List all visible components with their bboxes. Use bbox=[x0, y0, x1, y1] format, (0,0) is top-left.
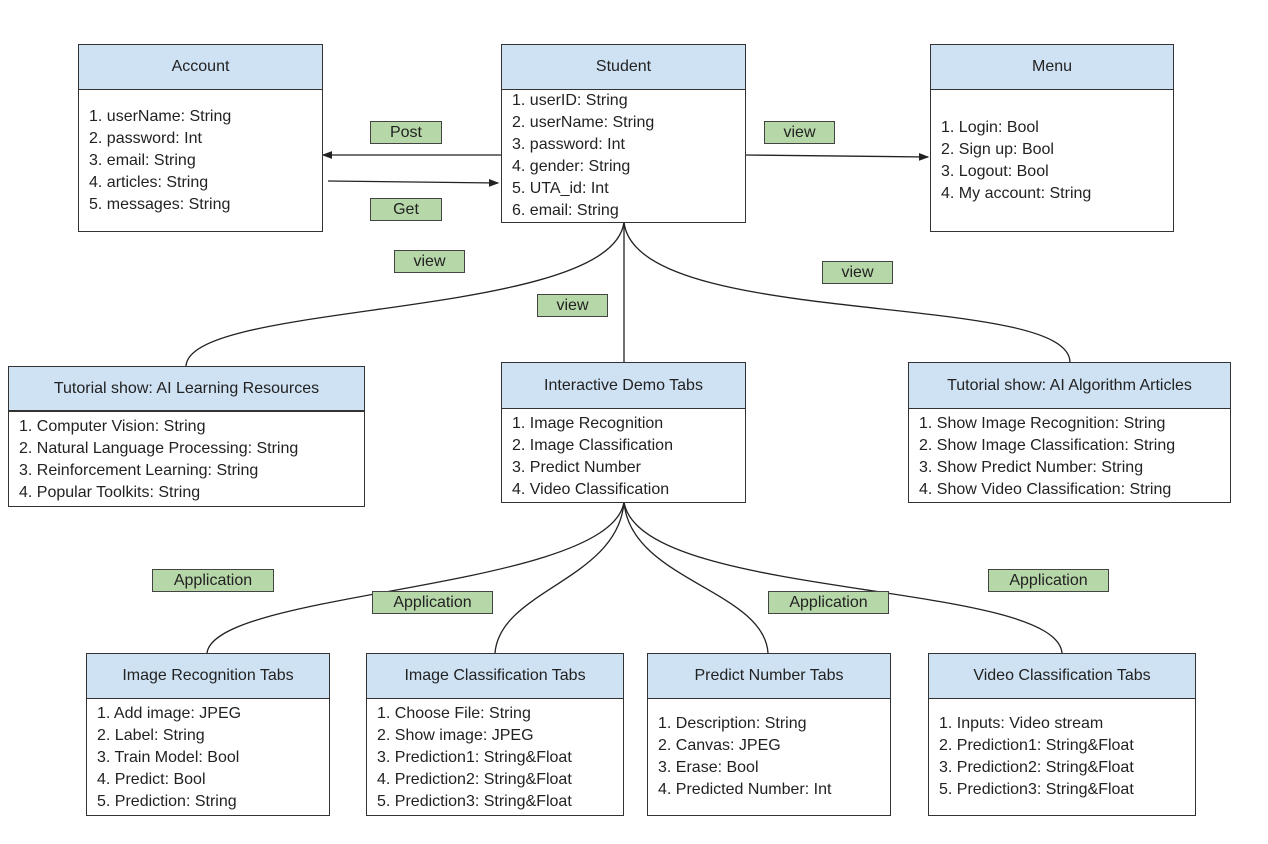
application-predict-label: Application bbox=[768, 591, 889, 614]
field-item: 3. password: Int bbox=[512, 136, 625, 153]
predict-title: Predict Number Tabs bbox=[648, 654, 890, 699]
field-item: 5. messages: String bbox=[89, 196, 231, 213]
view-menu-arrow bbox=[744, 153, 930, 161]
learning-title: Tutorial show: AI Learning Resources bbox=[9, 367, 364, 412]
field-item: 4. articles: String bbox=[89, 174, 209, 191]
learning-box: Tutorial show: AI Learning Resources 1. … bbox=[8, 366, 365, 507]
post-label: Post bbox=[370, 121, 442, 144]
articles-title: Tutorial show: AI Algorithm Articles bbox=[909, 363, 1230, 409]
field-item: 4. Predict: Bool bbox=[97, 771, 206, 788]
account-title: Account bbox=[79, 45, 322, 90]
field-item: 3. Train Model: Bool bbox=[97, 749, 240, 766]
field-item: 5. Prediction: String bbox=[97, 793, 237, 810]
field-item: 1. Image Recognition bbox=[512, 415, 664, 432]
link-articles bbox=[623, 221, 1071, 363]
classification-title: Image Classification Tabs bbox=[367, 654, 623, 699]
field-item: 2. Natural Language Processing: String bbox=[19, 440, 299, 457]
field-item: 1. Login: Bool bbox=[941, 119, 1039, 136]
field-item: 2. Image Classification bbox=[512, 437, 673, 454]
field-item: 2. Sign up: Bool bbox=[941, 141, 1054, 158]
view-articles-label: view bbox=[822, 261, 893, 284]
field-item: 1. Show Image Recognition: String bbox=[919, 415, 1166, 432]
field-item: 2. Show image: JPEG bbox=[377, 727, 534, 744]
field-item: 2. Canvas: JPEG bbox=[658, 737, 781, 754]
demo-title: Interactive Demo Tabs bbox=[502, 363, 745, 409]
menu-title: Menu bbox=[931, 45, 1173, 90]
application-recognition-label: Application bbox=[152, 569, 274, 592]
field-item: 2. Label: String bbox=[97, 727, 205, 744]
view-learning-label: view bbox=[394, 250, 465, 273]
field-item: 4. Show Video Classification: String bbox=[919, 481, 1172, 498]
student-box: Student 1. userID: String 2. userName: St… bbox=[501, 44, 746, 223]
field-item: 5. Prediction3: String&Float bbox=[377, 793, 572, 810]
field-item: 2. Prediction1: String&Float bbox=[939, 737, 1134, 754]
field-item: 5. UTA_id: Int bbox=[512, 180, 609, 197]
demo-box: Interactive Demo Tabs 1. Image Recogniti… bbox=[501, 362, 746, 503]
field-item: 5. Prediction3: String&Float bbox=[939, 781, 1134, 798]
student-title: Student bbox=[502, 45, 745, 90]
application-classification-label: Application bbox=[372, 591, 493, 614]
predict-box: Predict Number Tabs 1. Description: Stri… bbox=[647, 653, 891, 816]
link-classification bbox=[494, 501, 625, 654]
classification-box: Image Classification Tabs 1. Choose File… bbox=[366, 653, 624, 816]
menu-box: Menu 1. Login: Bool 2. Sign up: Bool 3. Lo… bbox=[930, 44, 1174, 232]
video-title: Video Classification Tabs bbox=[929, 654, 1195, 699]
field-item: 1. userName: String bbox=[89, 108, 232, 125]
get-arrow bbox=[327, 178, 500, 187]
field-item: 1. userID: String bbox=[512, 92, 628, 109]
field-item: 3. Prediction1: String&Float bbox=[377, 749, 572, 766]
field-item: 4. Video Classification bbox=[512, 481, 670, 498]
field-item: 3. Predict Number bbox=[512, 459, 641, 476]
account-box: Account 1. userName: String 2. password: … bbox=[78, 44, 323, 232]
field-item: 2. userName: String bbox=[512, 114, 655, 131]
field-item: 3. Logout: Bool bbox=[941, 163, 1049, 180]
field-item: 3. Erase: Bool bbox=[658, 759, 759, 776]
field-item: 3. email: String bbox=[89, 152, 196, 169]
field-item: 1. Description: String bbox=[658, 715, 807, 732]
diagram-canvas: Account 1. userName: String 2. password: … bbox=[0, 0, 1268, 844]
get-label: Get bbox=[370, 198, 442, 221]
link-predict bbox=[623, 501, 769, 654]
view-demo-label: view bbox=[537, 294, 608, 317]
field-item: 4. Prediction2: String&Float bbox=[377, 771, 572, 788]
view-menu-label: view bbox=[764, 121, 835, 144]
field-item: 4. Predicted Number: Int bbox=[658, 781, 832, 798]
application-video-label: Application bbox=[988, 569, 1109, 592]
field-item: 3. Show Predict Number: String bbox=[919, 459, 1144, 476]
field-item: 3. Prediction2: String&Float bbox=[939, 759, 1134, 776]
field-item: 1. Computer Vision: String bbox=[19, 418, 206, 435]
field-item: 1. Inputs: Video stream bbox=[939, 715, 1104, 732]
field-item: 2. Show Image Classification: String bbox=[919, 437, 1176, 454]
recognition-box: Image Recognition Tabs 1. Add image: JPE… bbox=[86, 653, 330, 816]
field-item: 6. email: String bbox=[512, 202, 619, 219]
field-item: 4. My account: String bbox=[941, 185, 1092, 202]
video-box: Video Classification Tabs 1. Inputs: Vid… bbox=[928, 653, 1196, 816]
field-item: 1. Choose File: String bbox=[377, 705, 531, 722]
articles-box: Tutorial show: AI Algorithm Articles 1. … bbox=[908, 362, 1231, 503]
field-item: 2. password: Int bbox=[89, 130, 202, 147]
field-item: 1. Add image: JPEG bbox=[97, 705, 242, 722]
field-item: 3. Reinforcement Learning: String bbox=[19, 462, 259, 479]
recognition-title: Image Recognition Tabs bbox=[87, 654, 329, 699]
field-item: 4. gender: String bbox=[512, 158, 631, 175]
field-item: 4. Popular Toolkits: String bbox=[19, 484, 201, 501]
